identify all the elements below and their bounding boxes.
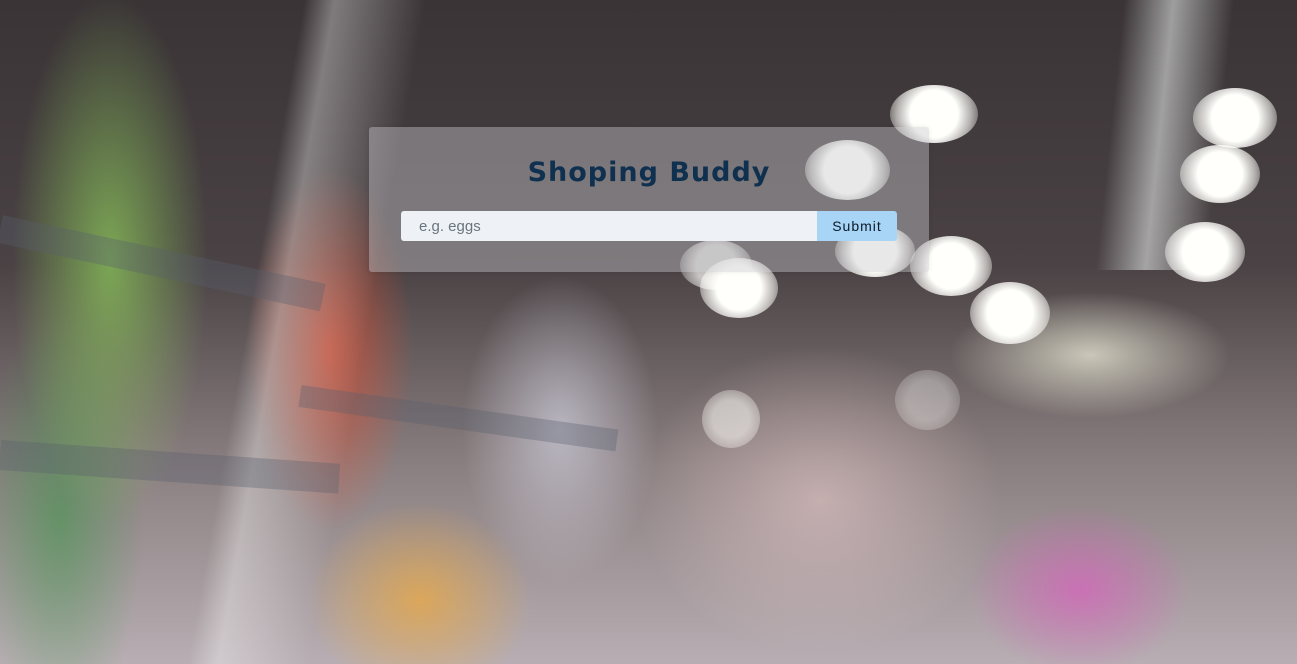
search-card: Shoping Buddy Submit	[369, 127, 929, 272]
search-form: Submit	[401, 211, 897, 241]
background-image	[0, 0, 1297, 664]
ceiling-light	[1180, 145, 1260, 203]
ceiling-light	[1165, 222, 1245, 282]
page-title: Shoping Buddy	[527, 157, 771, 188]
ceiling-light	[702, 390, 760, 448]
search-input[interactable]	[401, 211, 817, 241]
ceiling-light	[970, 282, 1050, 344]
submit-button[interactable]: Submit	[817, 211, 897, 241]
ceiling-light	[895, 370, 960, 430]
background-overlay	[0, 0, 1297, 664]
ceiling-light	[1193, 88, 1277, 148]
